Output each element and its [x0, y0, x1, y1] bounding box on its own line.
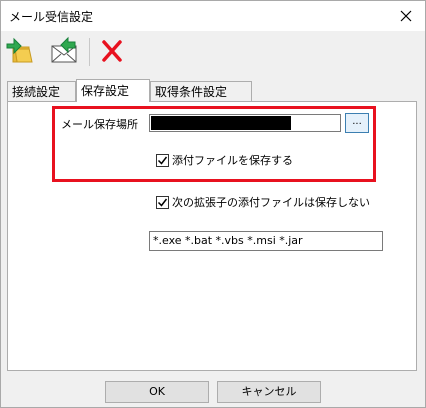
mail-receive-settings-dialog: メール受信設定 接続設定 保存設定 取得条件設定 メール保存場所 ... 添付フ…: [0, 0, 426, 408]
close-button[interactable]: [395, 5, 417, 27]
tab-connection-settings[interactable]: 接続設定: [7, 81, 76, 101]
import-folder-icon: [6, 37, 33, 63]
exclude-extensions-checkbox[interactable]: [156, 195, 169, 209]
cancel-button[interactable]: キャンセル: [217, 381, 321, 403]
delete-icon: [102, 40, 122, 62]
ok-button[interactable]: OK: [105, 381, 209, 403]
checkmark-icon: [157, 198, 168, 207]
exclude-extensions-option[interactable]: 次の拡張子の添付ファイルは保存しない: [156, 194, 370, 210]
settings-tabs: 接続設定 保存設定 取得条件設定: [7, 79, 417, 102]
excluded-extensions-input[interactable]: *.exe *.bat *.vbs *.msi *.jar: [149, 231, 383, 251]
mail-button[interactable]: [49, 36, 79, 66]
tab-retrieval-conditions[interactable]: 取得条件設定: [150, 81, 252, 101]
highlight-box: [52, 106, 376, 182]
toolbar: [1, 32, 425, 74]
close-icon: [400, 10, 412, 22]
exclude-extensions-label: 次の拡張子の添付ファイルは保存しない: [172, 196, 370, 209]
window-title: メール受信設定: [9, 10, 94, 24]
delete-button[interactable]: [97, 36, 127, 66]
mail-icon: [51, 36, 77, 63]
tab-save-settings[interactable]: 保存設定: [76, 79, 150, 102]
toolbar-separator: [89, 38, 90, 66]
title-bar: メール受信設定: [1, 1, 425, 31]
import-button[interactable]: [5, 36, 35, 66]
